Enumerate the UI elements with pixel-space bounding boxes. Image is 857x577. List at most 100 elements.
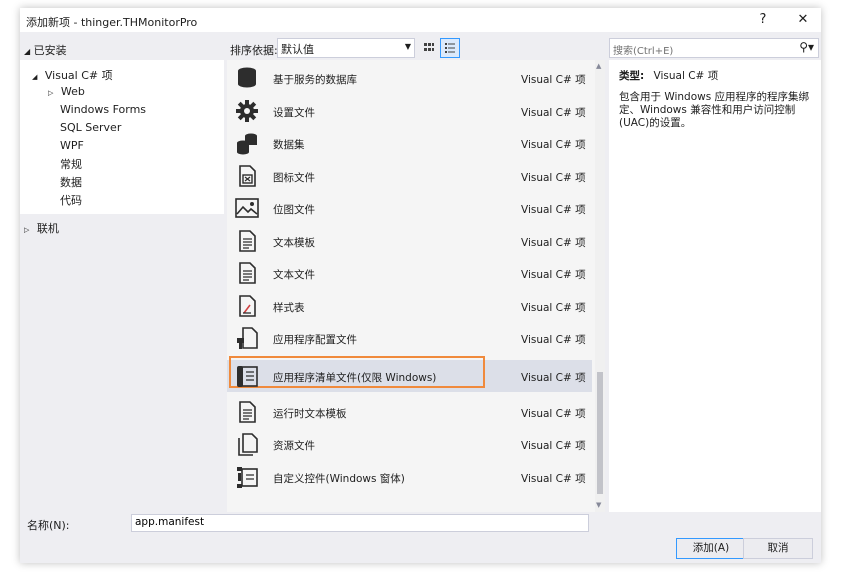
sort-label: 排序依据: bbox=[230, 44, 278, 57]
tree-item-sql-server[interactable]: SQL Server bbox=[60, 121, 121, 134]
list-scrollbar[interactable]: ▲ ▼ bbox=[595, 60, 605, 512]
list-item[interactable]: 设置文件 Visual C# 项 bbox=[227, 95, 592, 127]
runtime-template-icon bbox=[239, 401, 256, 423]
search-box[interactable]: 搜索(Ctrl+E) ⚲▾ bbox=[609, 38, 819, 58]
title-bar: 添加新项 - thinger.THMonitorPro ? ✕ bbox=[20, 8, 821, 32]
tree-item-wpf[interactable]: WPF bbox=[60, 139, 84, 152]
installed-header[interactable]: ◢ 已安装 bbox=[24, 42, 67, 58]
item-type: Visual C# 项 bbox=[521, 473, 586, 485]
item-name: 文本文件 bbox=[273, 269, 315, 281]
item-name: 自定义控件(Windows 窗体) bbox=[273, 473, 405, 485]
item-type: Visual C# 项 bbox=[521, 408, 586, 420]
grid-view-icon bbox=[424, 43, 434, 51]
search-input[interactable]: 搜索(Ctrl+E) bbox=[613, 42, 673, 57]
details-pane: 类型: Visual C# 项 包含用于 Windows 应用程序的程序集绑定、… bbox=[609, 60, 821, 512]
item-type: Visual C# 项 bbox=[521, 372, 586, 384]
tree-item-visual-csharp[interactable]: ◢ Visual C# 项 bbox=[32, 67, 113, 83]
database-icon bbox=[238, 67, 256, 88]
dropdown-arrow-icon: ▼ bbox=[404, 42, 411, 51]
tree-installed-group bbox=[20, 60, 224, 214]
collapsed-arrow-icon: ▷ bbox=[48, 89, 54, 97]
tree-item-label: Visual C# 项 bbox=[44, 69, 113, 82]
tree-item-windows-forms[interactable]: Windows Forms bbox=[60, 103, 146, 116]
name-label: 名称(N): bbox=[27, 519, 70, 532]
list-item[interactable]: 样式表 Visual C# 项 bbox=[227, 290, 592, 322]
item-type: Visual C# 项 bbox=[521, 237, 586, 249]
list-item[interactable]: 数据集 Visual C# 项 bbox=[227, 127, 592, 159]
bitmap-icon bbox=[235, 198, 259, 218]
resource-file-icon bbox=[238, 433, 258, 456]
expanded-arrow-icon: ◢ bbox=[32, 73, 38, 81]
item-type: Visual C# 项 bbox=[521, 74, 586, 86]
search-icon[interactable]: ⚲▾ bbox=[799, 40, 814, 54]
item-name: 应用程序配置文件 bbox=[273, 334, 357, 346]
type-label: 类型: bbox=[619, 70, 645, 82]
item-name: 文本模板 bbox=[273, 237, 315, 249]
window-title: 添加新项 - thinger.THMonitorPro bbox=[26, 16, 198, 29]
installed-label: 已安装 bbox=[33, 44, 67, 57]
tree-item-label: Web bbox=[60, 85, 85, 98]
item-name: 应用程序清单文件(仅限 Windows) bbox=[273, 372, 437, 384]
sort-select[interactable]: 默认值 ▼ bbox=[277, 38, 415, 58]
item-name: 运行时文本模板 bbox=[273, 408, 347, 420]
text-template-icon bbox=[239, 230, 256, 252]
item-name: 资源文件 bbox=[273, 440, 315, 452]
list-view-button[interactable] bbox=[440, 38, 460, 58]
list-item[interactable]: 应用程序配置文件 Visual C# 项 bbox=[227, 322, 592, 354]
item-type: Visual C# 项 bbox=[521, 204, 586, 216]
list-item[interactable]: 文本模板 Visual C# 项 bbox=[227, 225, 592, 257]
item-name: 图标文件 bbox=[273, 172, 315, 184]
item-type: Visual C# 项 bbox=[521, 334, 586, 346]
tree-item-code[interactable]: 代码 bbox=[60, 192, 82, 208]
item-name: 设置文件 bbox=[273, 107, 315, 119]
stylesheet-icon bbox=[239, 295, 256, 317]
item-name: 数据集 bbox=[273, 139, 305, 151]
item-type: Visual C# 项 bbox=[521, 269, 586, 281]
text-file-icon bbox=[239, 262, 256, 284]
list-item[interactable]: 文本文件 Visual C# 项 bbox=[227, 257, 592, 289]
list-item[interactable]: 基于服务的数据库 Visual C# 项 bbox=[227, 62, 592, 94]
tree-item-label: 联机 bbox=[36, 222, 59, 235]
list-item-selected[interactable]: 应用程序清单文件(仅限 Windows) Visual C# 项 bbox=[227, 356, 592, 392]
list-item[interactable]: 自定义控件(Windows 窗体) Visual C# 项 bbox=[227, 461, 592, 493]
item-type: Visual C# 项 bbox=[521, 172, 586, 184]
tree-item-general[interactable]: 常规 bbox=[60, 156, 82, 172]
add-button[interactable]: 添加(A) bbox=[676, 538, 746, 559]
scroll-down-arrow-icon[interactable]: ▼ bbox=[596, 501, 601, 509]
collapse-arrow-icon: ◢ bbox=[24, 47, 31, 56]
sort-value: 默认值 bbox=[281, 43, 314, 56]
list-view-icon bbox=[445, 43, 455, 53]
item-name: 位图文件 bbox=[273, 204, 315, 216]
close-button[interactable]: ✕ bbox=[792, 11, 814, 29]
scrollbar-thumb[interactable] bbox=[597, 372, 603, 494]
help-button[interactable]: ? bbox=[752, 11, 774, 29]
details-description: 包含用于 Windows 应用程序的程序集绑定、Windows 兼容性和用户访问… bbox=[619, 91, 810, 129]
collapsed-arrow-icon: ▷ bbox=[24, 226, 30, 234]
custom-control-icon bbox=[237, 467, 258, 488]
item-type: Visual C# 项 bbox=[521, 139, 586, 151]
list-item[interactable]: 位图文件 Visual C# 项 bbox=[227, 192, 592, 224]
tree-item-web[interactable]: ▷ Web bbox=[48, 85, 85, 98]
item-type: Visual C# 项 bbox=[521, 107, 586, 119]
list-item[interactable]: 运行时文本模板 Visual C# 项 bbox=[227, 396, 592, 428]
small-icons-view-button[interactable] bbox=[419, 38, 439, 58]
name-field[interactable] bbox=[132, 515, 578, 529]
list-item[interactable]: 图标文件 Visual C# 项 bbox=[227, 160, 592, 192]
gear-icon bbox=[236, 100, 258, 122]
scroll-up-arrow-icon[interactable]: ▲ bbox=[596, 62, 601, 70]
template-list: 基于服务的数据库 Visual C# 项 设置文件 Visual C# 项 数据… bbox=[227, 60, 605, 512]
item-name: 基于服务的数据库 bbox=[273, 74, 357, 86]
name-field-box[interactable] bbox=[131, 514, 589, 532]
tree-item-data[interactable]: 数据 bbox=[60, 174, 82, 190]
item-type: Visual C# 项 bbox=[521, 440, 586, 452]
icon-file-icon bbox=[239, 165, 256, 187]
details-type-line: 类型: Visual C# 项 bbox=[619, 68, 718, 83]
cancel-button[interactable]: 取消 bbox=[743, 538, 813, 559]
item-type: Visual C# 项 bbox=[521, 302, 586, 314]
config-file-icon bbox=[237, 327, 258, 349]
tree-item-online[interactable]: ▷ 联机 bbox=[24, 220, 59, 236]
list-item[interactable]: 资源文件 Visual C# 项 bbox=[227, 428, 592, 460]
template-tree: ◢ Visual C# 项 ▷ Web Windows Forms SQL Se… bbox=[20, 60, 224, 512]
type-value: Visual C# 项 bbox=[653, 70, 719, 82]
add-new-item-dialog: 添加新项 - thinger.THMonitorPro ? ✕ ◢ 已安装 排序… bbox=[20, 8, 821, 563]
